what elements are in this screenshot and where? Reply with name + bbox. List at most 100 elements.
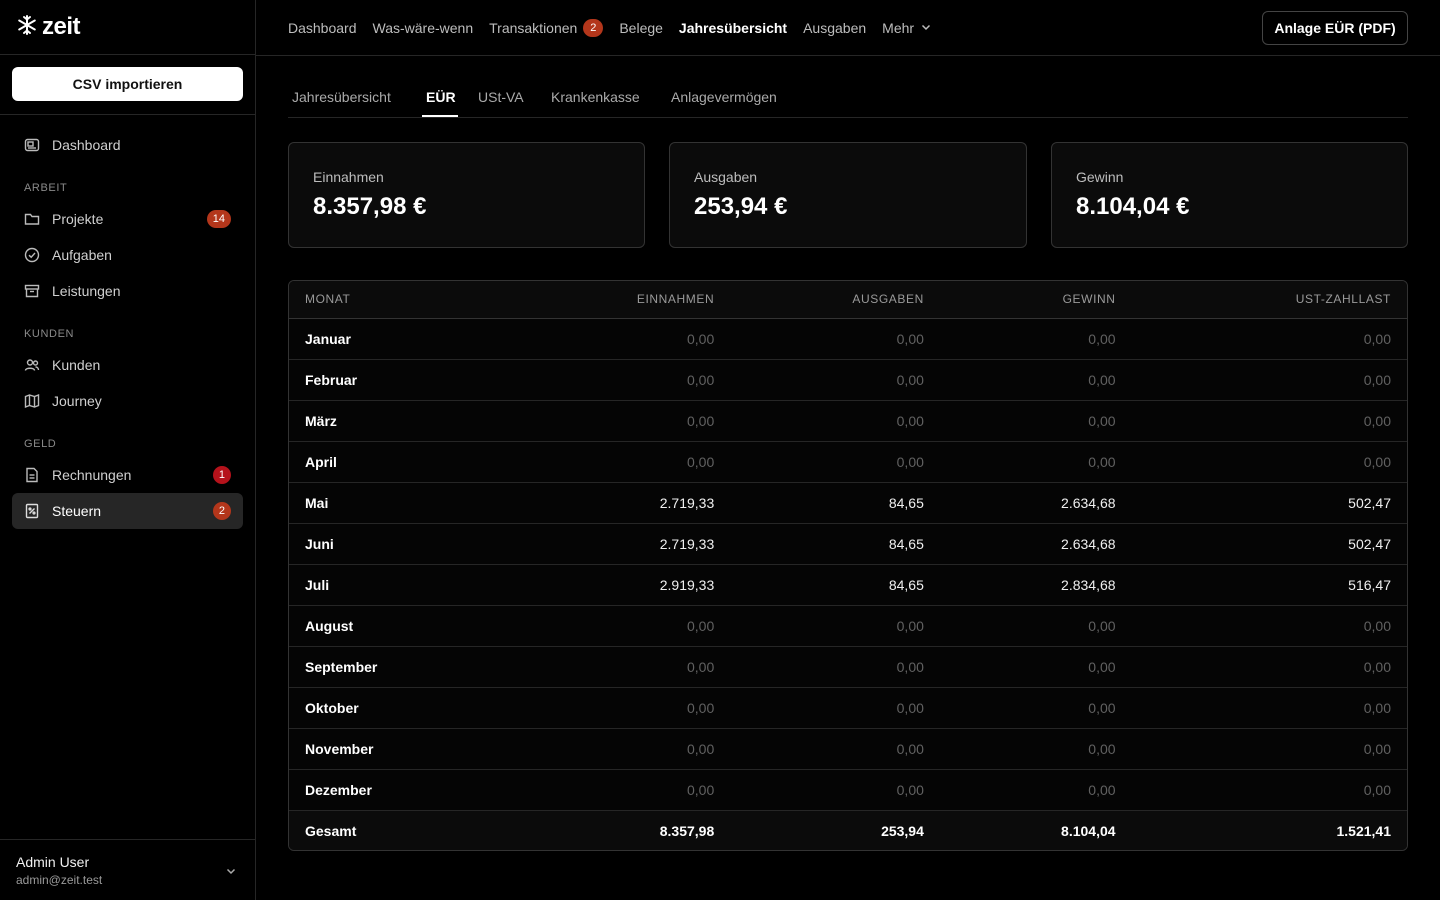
topnav-belege[interactable]: Belege — [619, 20, 663, 36]
cell-amount: 2.634,68 — [939, 482, 1132, 524]
cell-amount: 0,00 — [534, 769, 731, 811]
table-body: Januar 0,00 0,00 0,00 0,00 Februar 0,00 0,00 0,0… — [289, 318, 1407, 850]
topnav-jahresuebersicht[interactable]: Jahresübersicht — [679, 20, 787, 36]
topnav-mehr[interactable]: Mehr — [882, 20, 932, 36]
dashboard-icon — [24, 137, 40, 153]
table-row: November 0,00 0,00 0,00 0,00 — [289, 728, 1407, 770]
cell-month: Januar — [289, 318, 535, 360]
column-header-ausgaben: AUSGABEN — [730, 281, 940, 319]
archive-icon — [24, 283, 40, 299]
sidebar-item-dashboard[interactable]: Dashboard — [12, 127, 243, 163]
eur-monthly-table: MONAT EINNAHMEN AUSGABEN GEWINN UST-ZAHL… — [289, 281, 1407, 850]
card-einnahmen: Einnahmen 8.357,98 € — [288, 142, 645, 248]
cell-month: Oktober — [289, 687, 535, 729]
sidebar-item-leistungen[interactable]: Leistungen — [12, 273, 243, 309]
table-row: Mai 2.719,33 84,65 2.634,68 502,47 — [289, 482, 1407, 524]
user-name: Admin User — [16, 854, 90, 870]
sidebar-item-kunden[interactable]: Kunden — [12, 347, 243, 383]
user-menu[interactable]: Admin User admin@zeit.test — [0, 839, 255, 900]
cell-amount: 0,00 — [730, 400, 940, 442]
sidebar-item-label: Aufgaben — [52, 247, 112, 263]
sidebar-item-label: Projekte — [52, 211, 104, 227]
table-row: August 0,00 0,00 0,00 0,00 — [289, 605, 1407, 647]
cell-amount: 0,00 — [534, 646, 731, 688]
cell-amount: 0,00 — [1131, 728, 1407, 770]
section-label-arbeit: ARBEIT — [24, 182, 68, 194]
cell-amount: 0,00 — [730, 646, 940, 688]
summary-cards: Einnahmen 8.357,98 € Ausgaben 253,94 € G… — [288, 142, 1408, 248]
table-row: Januar 0,00 0,00 0,00 0,00 — [289, 318, 1407, 360]
card-value: 8.104,04 € — [1076, 193, 1190, 220]
tab-eur[interactable]: EÜR — [426, 89, 456, 105]
tab-jahresuebersicht[interactable]: Jahresübersicht — [292, 89, 391, 105]
cell-amount: 0,00 — [730, 605, 940, 647]
cell-total-amount: 253,94 — [730, 810, 940, 850]
cell-amount: 2.634,68 — [939, 523, 1132, 565]
cell-amount: 0,00 — [939, 359, 1132, 401]
card-label: Gewinn — [1076, 169, 1124, 185]
sidebar-item-aufgaben[interactable]: Aufgaben — [12, 237, 243, 273]
sidebar-item-projekte[interactable]: Projekte 14 — [12, 201, 243, 237]
cell-month: Juli — [289, 564, 535, 606]
logo[interactable]: zeit — [0, 0, 255, 55]
cell-amount: 502,47 — [1131, 523, 1407, 565]
sub-tabs: Jahresübersicht EÜR USt-VA Krankenkasse … — [288, 56, 1408, 118]
cell-amount: 0,00 — [730, 441, 940, 483]
cell-amount: 0,00 — [939, 318, 1132, 360]
card-value: 8.357,98 € — [313, 193, 427, 220]
cell-amount: 2.719,33 — [534, 482, 731, 524]
cell-amount: 0,00 — [939, 441, 1132, 483]
app: zeit CSV importieren Dashboard ARBEIT Pr… — [0, 0, 1440, 900]
eur-table-container: MONAT EINNAHMEN AUSGABEN GEWINN UST-ZAHL… — [288, 280, 1408, 851]
user-email: admin@zeit.test — [16, 873, 103, 887]
cell-amount: 0,00 — [1131, 359, 1407, 401]
cell-amount: 0,00 — [1131, 318, 1407, 360]
cell-month: April — [289, 441, 535, 483]
cell-total-label: Gesamt — [289, 810, 535, 850]
cell-amount: 0,00 — [534, 318, 731, 360]
cell-amount: 0,00 — [534, 687, 731, 729]
tab-krankenkasse[interactable]: Krankenkasse — [551, 89, 640, 105]
tab-anlagevermoegen[interactable]: Anlagevermögen — [671, 89, 777, 105]
cell-amount: 0,00 — [730, 769, 940, 811]
card-gewinn: Gewinn 8.104,04 € — [1051, 142, 1408, 248]
topnav-transaktionen[interactable]: Transaktionen 2 — [489, 18, 604, 37]
cell-amount: 0,00 — [939, 646, 1132, 688]
topnav-label: Mehr — [882, 19, 915, 36]
cell-amount: 84,65 — [730, 523, 940, 565]
chevron-down-icon[interactable] — [225, 864, 237, 882]
cell-month: Juni — [289, 523, 535, 565]
tab-ust-va[interactable]: USt-VA — [478, 89, 524, 105]
sidebar-item-journey[interactable]: Journey — [12, 383, 243, 419]
table-row: März 0,00 0,00 0,00 0,00 — [289, 400, 1407, 442]
cell-amount: 0,00 — [1131, 400, 1407, 442]
topnav-ausgaben[interactable]: Ausgaben — [803, 20, 866, 36]
column-header-einnahmen: EINNAHMEN — [534, 281, 731, 319]
cell-amount: 0,00 — [1131, 687, 1407, 729]
cell-amount: 0,00 — [534, 605, 731, 647]
cell-amount: 0,00 — [1131, 646, 1407, 688]
sidebar-item-rechnungen[interactable]: Rechnungen 1 — [12, 457, 243, 493]
cell-amount: 516,47 — [1131, 564, 1407, 606]
cell-amount: 0,00 — [939, 769, 1132, 811]
cell-amount: 0,00 — [730, 687, 940, 729]
sidebar: zeit CSV importieren Dashboard ARBEIT Pr… — [0, 0, 256, 900]
export-pdf-button[interactable]: Anlage EÜR (PDF) — [1262, 11, 1408, 45]
cell-amount: 0,00 — [939, 687, 1132, 729]
cell-total-amount: 8.104,04 — [939, 810, 1132, 850]
section-label-kunden: KUNDEN — [24, 328, 75, 340]
cell-amount: 0,00 — [939, 400, 1132, 442]
cell-amount: 0,00 — [730, 728, 940, 770]
sidebar-item-label: Journey — [52, 393, 102, 409]
cell-month: August — [289, 605, 535, 647]
cell-month: März — [289, 400, 535, 442]
sidebar-item-label: Leistungen — [52, 283, 121, 299]
sidebar-item-label: Dashboard — [52, 137, 121, 153]
card-label: Ausgaben — [694, 169, 758, 185]
table-total-row: Gesamt 8.357,98 253,94 8.104,04 1.521,41 — [289, 810, 1407, 850]
topnav-dashboard[interactable]: Dashboard — [288, 20, 357, 36]
sidebar-item-steuern[interactable]: Steuern 2 — [12, 493, 243, 529]
table-row: September 0,00 0,00 0,00 0,00 — [289, 646, 1407, 688]
csv-import-button[interactable]: CSV importieren — [12, 67, 243, 101]
topnav-was-waere-wenn[interactable]: Was-wäre-wenn — [373, 20, 474, 36]
